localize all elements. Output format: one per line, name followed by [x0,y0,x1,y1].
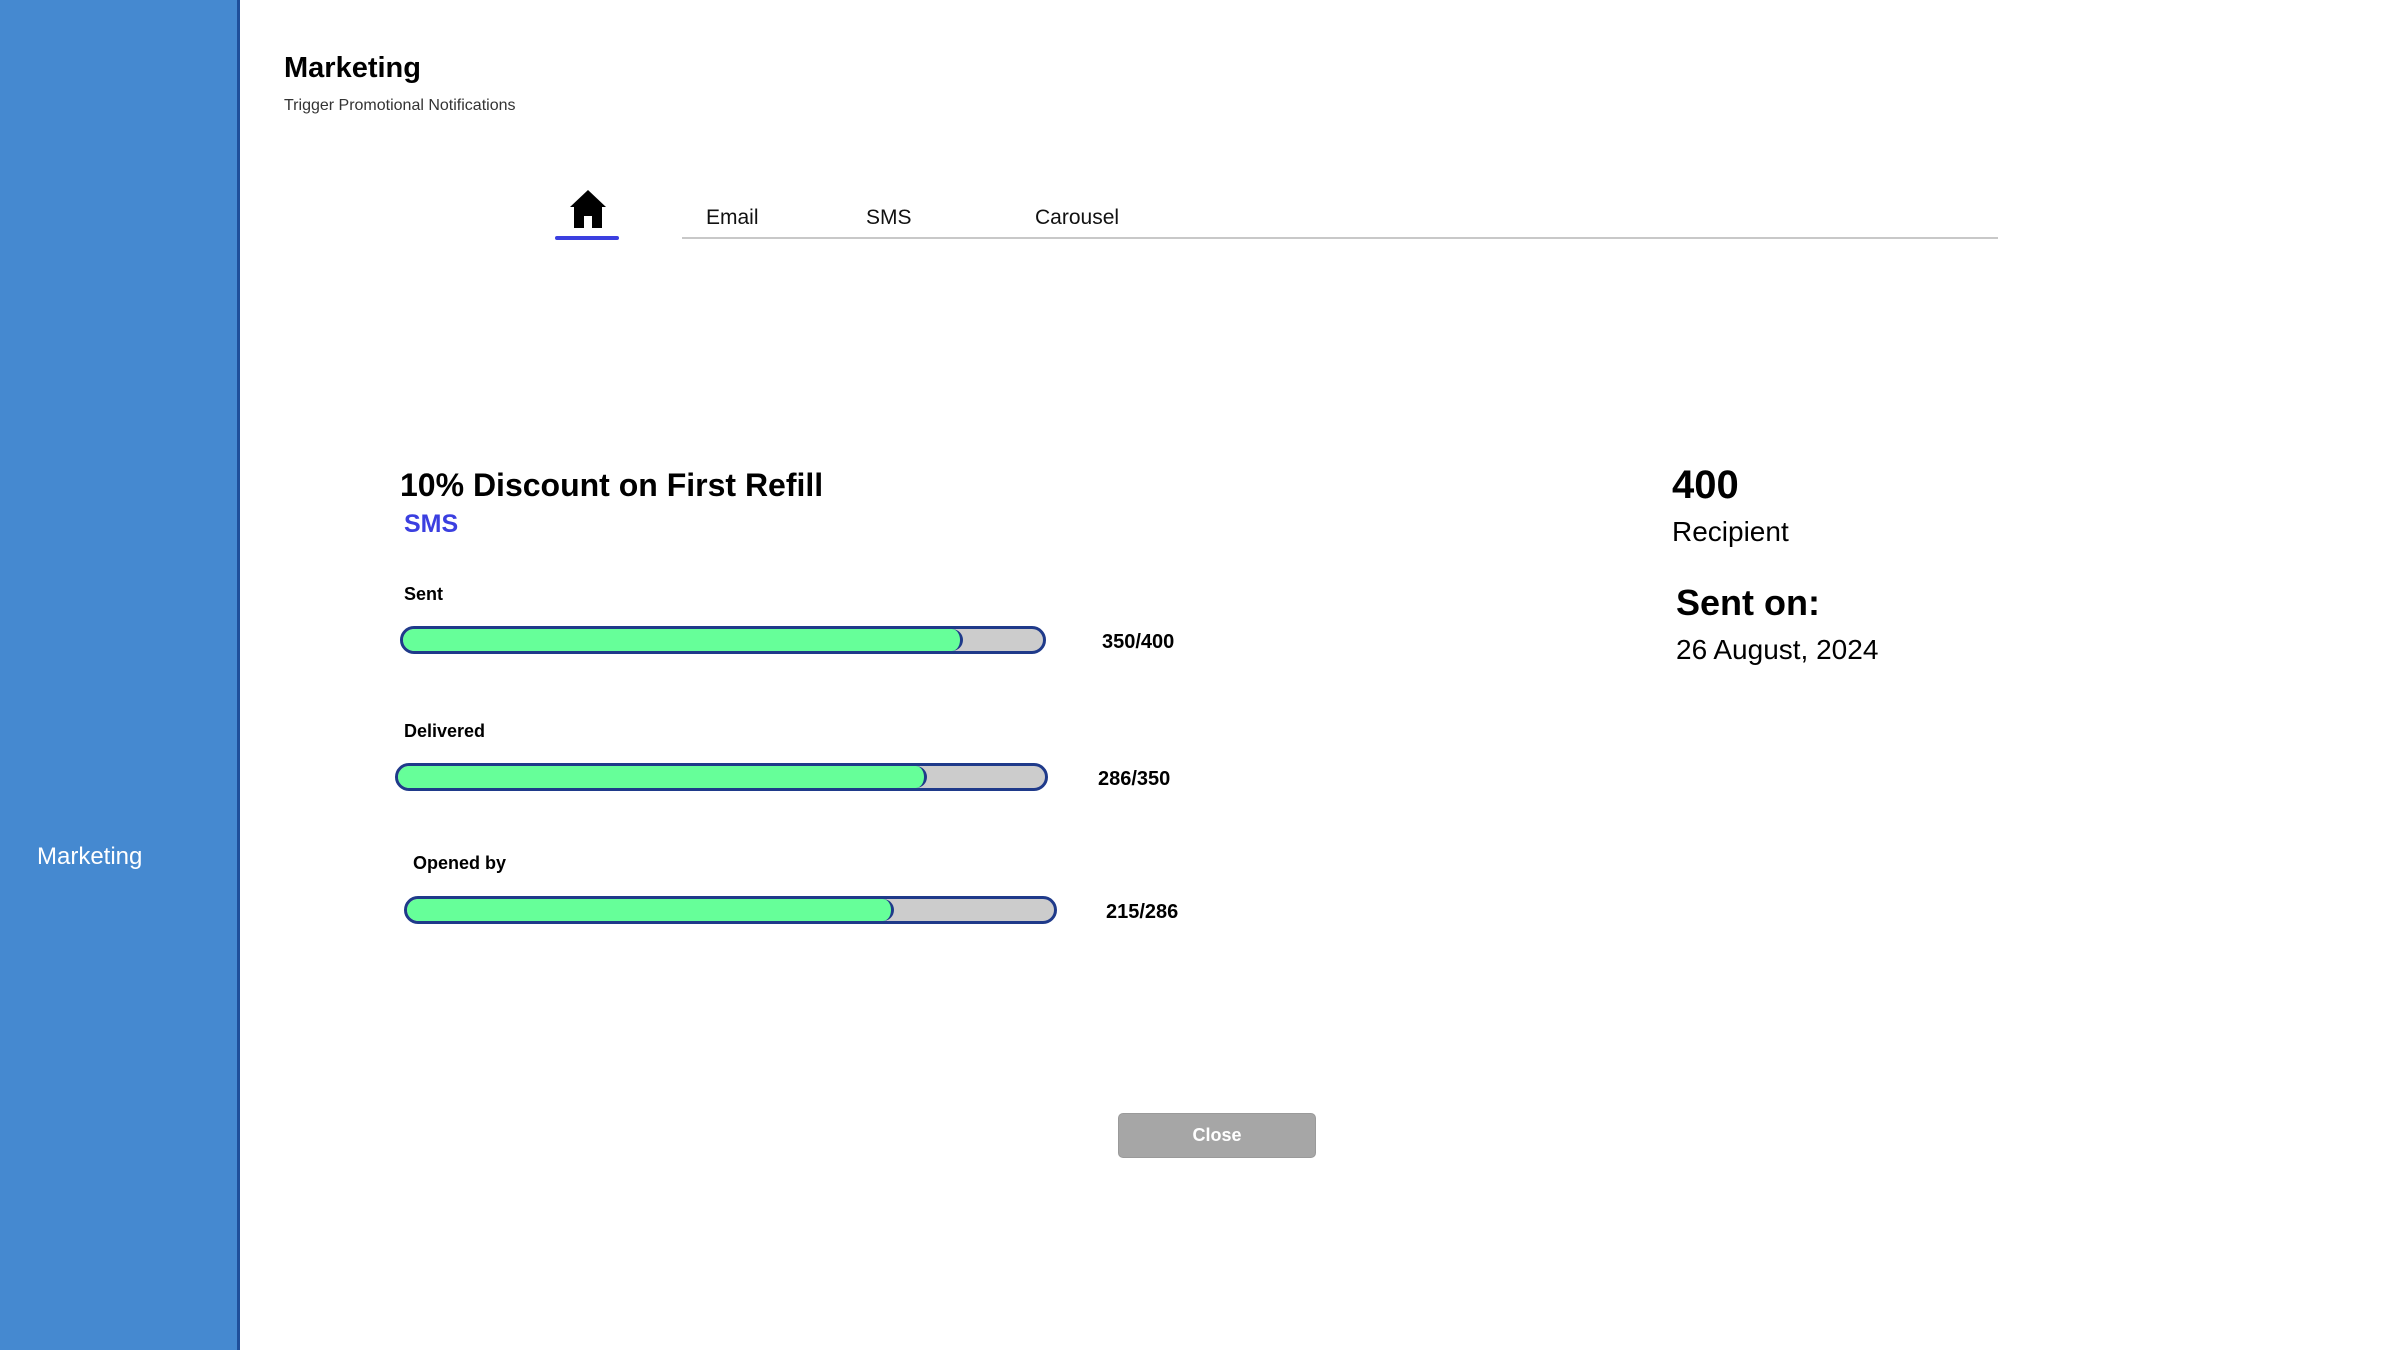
delivered-count: 286/350 [1098,768,1171,790]
sent-count: 350/400 [1102,631,1175,653]
tab-divider [682,237,1998,239]
sidebar-item-marketing[interactable]: Marketing [37,843,142,871]
metric-label-sent: Sent [404,584,444,604]
sent-progress-fill [403,629,963,651]
campaign-title: 10% Discount on First Refill [400,467,824,503]
tab-home[interactable] [555,190,619,240]
recipients-label: Recipient [1672,516,1789,547]
tab-sms[interactable]: SMS [866,206,912,230]
sent-progress-bar [400,626,1046,654]
app-root: Marketing Marketing Trigger Promotional … [0,0,2400,1350]
recipients-count: 400 [1672,463,1739,507]
opened-count: 215/286 [1106,901,1179,923]
sidebar: Marketing [0,0,240,1350]
home-icon [570,190,606,228]
active-tab-indicator [555,236,619,240]
page-title: Marketing [284,52,421,84]
metric-label-opened: Opened by [413,853,507,873]
opened-progress-bar [404,896,1057,924]
page-subtitle: Trigger Promotional Notifications [284,97,516,114]
tab-email[interactable]: Email [706,206,759,230]
close-button[interactable]: Close [1118,1113,1316,1158]
delivered-progress-fill [398,766,927,788]
opened-progress-fill [407,899,894,921]
sent-on-date: 26 August, 2024 [1676,634,1879,665]
sent-on-label: Sent on: [1676,582,1820,623]
metric-label-delivered: Delivered [404,721,486,741]
tab-carousel[interactable]: Carousel [1035,206,1119,230]
campaign-channel: SMS [404,510,459,538]
delivered-progress-bar [395,763,1048,791]
